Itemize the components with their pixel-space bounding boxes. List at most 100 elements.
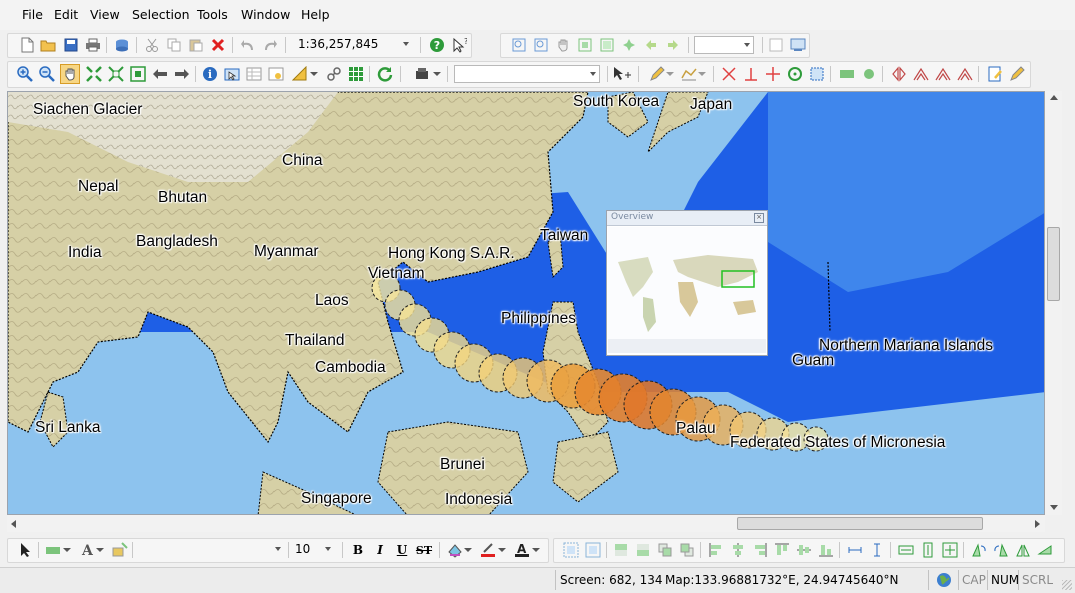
rectangle-shape-icon[interactable] [838,65,856,83]
menu-file[interactable]: File [22,7,43,22]
map-view[interactable]: Siachen Glacier South Korea Japan China … [7,91,1045,515]
forward-arrow-icon[interactable] [173,65,191,83]
whats-this-icon[interactable]: ? [450,36,468,54]
align-center-icon[interactable] [729,541,747,559]
overview-window[interactable]: Overview × [606,210,768,356]
vertical-scrollbar[interactable] [1045,91,1062,515]
perpendicular-icon[interactable] [742,65,760,83]
chevron-down-icon[interactable] [309,65,319,83]
chevron-down-icon[interactable] [531,541,541,559]
same-width-icon[interactable] [897,541,915,559]
fill-color-icon[interactable] [44,541,62,559]
same-height-icon[interactable] [919,541,937,559]
chevron-down-icon[interactable] [62,541,72,559]
same-size-icon[interactable] [941,541,959,559]
sketch-pencil-icon[interactable] [648,65,666,83]
align-right-icon[interactable] [751,541,769,559]
flip-horizontal-icon[interactable] [1014,541,1032,559]
underline-icon[interactable]: U [393,541,411,559]
bold-icon[interactable]: B [349,541,367,559]
redo-icon[interactable] [261,36,279,54]
vertex-tool-icon[interactable] [680,65,698,83]
menu-window[interactable]: Window [241,7,290,22]
back-arrow-icon[interactable] [151,65,169,83]
crosshair-icon[interactable] [764,65,782,83]
link-icon[interactable] [325,65,343,83]
split-icon[interactable] [956,65,974,83]
refresh-icon[interactable] [376,65,394,83]
next-extent-icon[interactable] [664,36,682,54]
bring-to-front-icon[interactable] [612,541,630,559]
zoom-layer-icon[interactable] [598,36,616,54]
cut-icon[interactable] [143,36,161,54]
save-icon[interactable] [62,36,80,54]
ellipse-shape-icon[interactable] [860,65,878,83]
rotate-right-icon[interactable] [992,541,1010,559]
select-pointer-icon[interactable] [17,541,35,559]
merge-icon[interactable] [934,65,952,83]
menu-edit[interactable]: Edit [54,7,78,22]
previous-extent-icon[interactable] [642,36,660,54]
fixed-zoom-out-icon[interactable] [532,36,550,54]
copy-icon[interactable] [165,36,183,54]
zoom-level-combo[interactable] [694,36,754,54]
snap-circle-icon[interactable] [786,65,804,83]
chevron-down-icon[interactable] [497,541,507,559]
new-graphic-icon[interactable] [111,541,129,559]
layout-view-icon[interactable] [767,36,785,54]
align-top-icon[interactable] [773,541,791,559]
menu-view[interactable]: View [90,7,120,22]
chevron-down-icon[interactable] [95,541,105,559]
menu-selection[interactable]: Selection [132,7,190,22]
align-middle-icon[interactable] [795,541,813,559]
add-data-icon[interactable] [113,36,131,54]
font-color-icon[interactable]: A [513,541,531,559]
fixed-zoom-in-icon[interactable] [510,36,528,54]
resize-grip-icon[interactable] [1062,580,1072,590]
pencil-edit-icon[interactable] [1008,65,1026,83]
bring-forward-icon[interactable] [656,541,674,559]
attributes-edit-icon[interactable] [986,65,1004,83]
italic-icon[interactable]: I [371,541,389,559]
edit-tool-icon[interactable] [613,65,631,83]
overview-titlebar[interactable]: Overview × [607,211,767,226]
strikethrough-icon[interactable]: ST [415,541,433,559]
pan-hand-icon[interactable] [554,36,572,54]
group-icon[interactable] [562,541,580,559]
text-tool-icon[interactable]: A [78,541,96,559]
map-scale-combo[interactable]: 1:36,257,845 [290,36,412,54]
chevron-down-icon[interactable] [432,65,442,83]
full-extent-icon[interactable] [576,36,594,54]
full-extent-arrows-icon[interactable] [85,65,103,83]
chevron-down-icon[interactable] [665,65,675,83]
delete-icon[interactable] [209,36,227,54]
attributes-table-icon[interactable] [245,65,263,83]
chevron-down-icon[interactable] [463,541,473,559]
print-icon[interactable] [84,36,102,54]
flip-icon[interactable] [890,65,908,83]
paste-icon[interactable] [187,36,205,54]
grid-icon[interactable] [347,65,365,83]
distribute-vertical-icon[interactable] [868,541,886,559]
align-left-icon[interactable] [707,541,725,559]
pan-tool-icon[interactable] [60,64,80,84]
zoom-selection-icon[interactable] [620,36,638,54]
distribute-horizontal-icon[interactable] [846,541,864,559]
align-bottom-icon[interactable] [817,541,835,559]
menu-help[interactable]: Help [301,7,330,22]
send-to-back-icon[interactable] [634,541,652,559]
open-folder-icon[interactable] [39,36,57,54]
ungroup-icon[interactable] [584,541,602,559]
rotate-left-icon[interactable] [970,541,988,559]
font-size-combo[interactable]: 10 [292,541,334,559]
new-document-icon[interactable] [18,36,36,54]
help-icon[interactable]: ? [428,36,446,54]
layer-tools-icon[interactable] [414,65,432,83]
close-icon[interactable]: × [754,213,764,223]
identify-icon[interactable]: i [201,65,219,83]
scroll-down-icon[interactable] [1050,505,1058,510]
select-rectangle-icon[interactable] [808,65,826,83]
scroll-right-icon[interactable] [1035,520,1040,528]
select-features-icon[interactable] [223,65,241,83]
vertical-scroll-thumb[interactable] [1047,227,1060,301]
